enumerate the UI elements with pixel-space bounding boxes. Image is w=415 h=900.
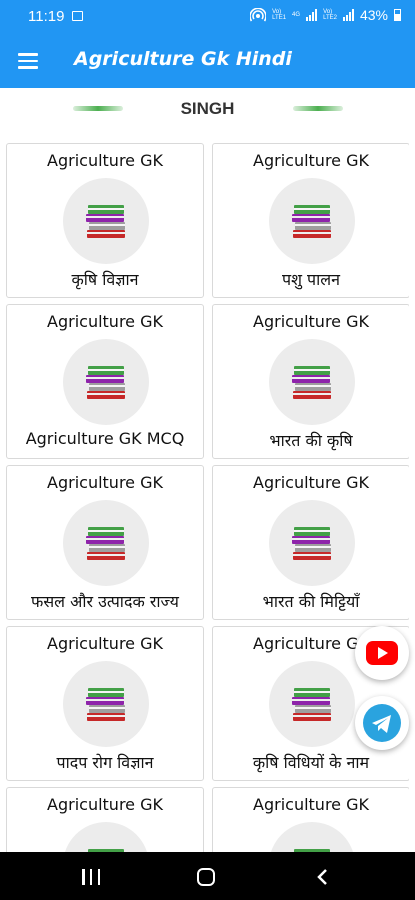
card-heading: Agriculture GK xyxy=(253,312,369,331)
section-header-label: SINGH xyxy=(180,99,235,118)
books-icon xyxy=(269,178,355,264)
telegram-icon xyxy=(363,704,401,742)
decor-line-right xyxy=(293,106,343,111)
network-label-1: Vo) LTE1 xyxy=(272,9,287,21)
card-title: पादप रोग विज्ञान xyxy=(56,753,154,772)
system-nav-bar xyxy=(0,852,415,900)
card-title: भारत की कृषि xyxy=(269,431,353,450)
books-icon xyxy=(269,822,355,852)
data-label: 4G xyxy=(292,12,301,18)
category-card[interactable]: Agriculture GK कृषि विज्ञान xyxy=(6,143,204,298)
books-icon xyxy=(63,178,149,264)
category-card[interactable]: Agriculture GK xyxy=(6,787,204,852)
books-icon xyxy=(63,339,149,425)
hotspot-icon xyxy=(250,8,267,22)
category-grid: Agriculture GK कृषि विज्ञान Agriculture … xyxy=(6,143,409,852)
home-icon[interactable] xyxy=(197,868,215,886)
card-heading: Agriculture GK xyxy=(47,473,163,492)
category-card[interactable]: Agriculture GK पशु पालन xyxy=(212,143,409,298)
card-heading: Agriculture GK xyxy=(47,634,163,653)
books-icon xyxy=(269,500,355,586)
signal-icon-1 xyxy=(306,9,318,21)
youtube-icon xyxy=(366,641,398,665)
category-card[interactable]: Agriculture GK भारत की मिट्टियाँ xyxy=(212,465,409,620)
app-bar: Agriculture Gk Hindi xyxy=(0,35,415,88)
gallery-notification-icon xyxy=(72,11,83,21)
books-icon xyxy=(63,500,149,586)
battery-percent: 43% xyxy=(359,7,388,23)
telegram-button[interactable] xyxy=(355,696,409,750)
youtube-button[interactable] xyxy=(355,626,409,680)
books-icon xyxy=(269,339,355,425)
books-icon xyxy=(269,661,355,747)
books-icon xyxy=(63,822,149,852)
status-time: 11:19 xyxy=(28,8,65,25)
app-title: Agriculture Gk Hindi xyxy=(74,48,292,70)
card-heading: Agriculture GK xyxy=(253,151,369,170)
hamburger-menu-icon[interactable] xyxy=(18,53,38,69)
category-card[interactable]: Agriculture GK फसल और उत्पादक राज्य xyxy=(6,465,204,620)
status-bar: 11:19 Vo) LTE1 4G Vo) LTE2 43% xyxy=(0,0,415,35)
card-title: कृषि विज्ञान xyxy=(71,270,139,289)
card-title: फसल और उत्पादक राज्य xyxy=(31,592,179,611)
category-card[interactable]: Agriculture GK Agriculture GK MCQ xyxy=(6,304,204,459)
back-icon[interactable] xyxy=(316,868,330,886)
card-title: भारत की मिट्टियाँ xyxy=(262,592,360,611)
category-card[interactable]: Agriculture GK पादप रोग विज्ञान xyxy=(6,626,204,781)
card-title: पशु पालन xyxy=(281,270,340,289)
books-icon xyxy=(63,661,149,747)
network-label-2: Vo) LTE2 xyxy=(323,9,337,21)
card-heading: Agriculture GK xyxy=(47,312,163,331)
card-heading: Agriculture GK xyxy=(253,473,369,492)
recent-apps-icon[interactable] xyxy=(82,869,100,885)
card-heading: Agriculture GK xyxy=(47,795,163,814)
card-title: कृषि विधियों के नाम xyxy=(252,753,370,772)
category-card[interactable]: Agriculture GK xyxy=(212,787,409,852)
section-header: SINGH xyxy=(0,90,415,128)
category-card[interactable]: Agriculture GK भारत की कृषि xyxy=(212,304,409,459)
card-heading: Agriculture GK xyxy=(253,795,369,814)
signal-icon-2 xyxy=(342,9,354,21)
status-indicators: Vo) LTE1 4G Vo) LTE2 43% xyxy=(250,7,401,23)
card-title: Agriculture GK MCQ xyxy=(25,429,185,448)
card-heading: Agriculture GK xyxy=(47,151,163,170)
battery-icon xyxy=(394,9,401,21)
